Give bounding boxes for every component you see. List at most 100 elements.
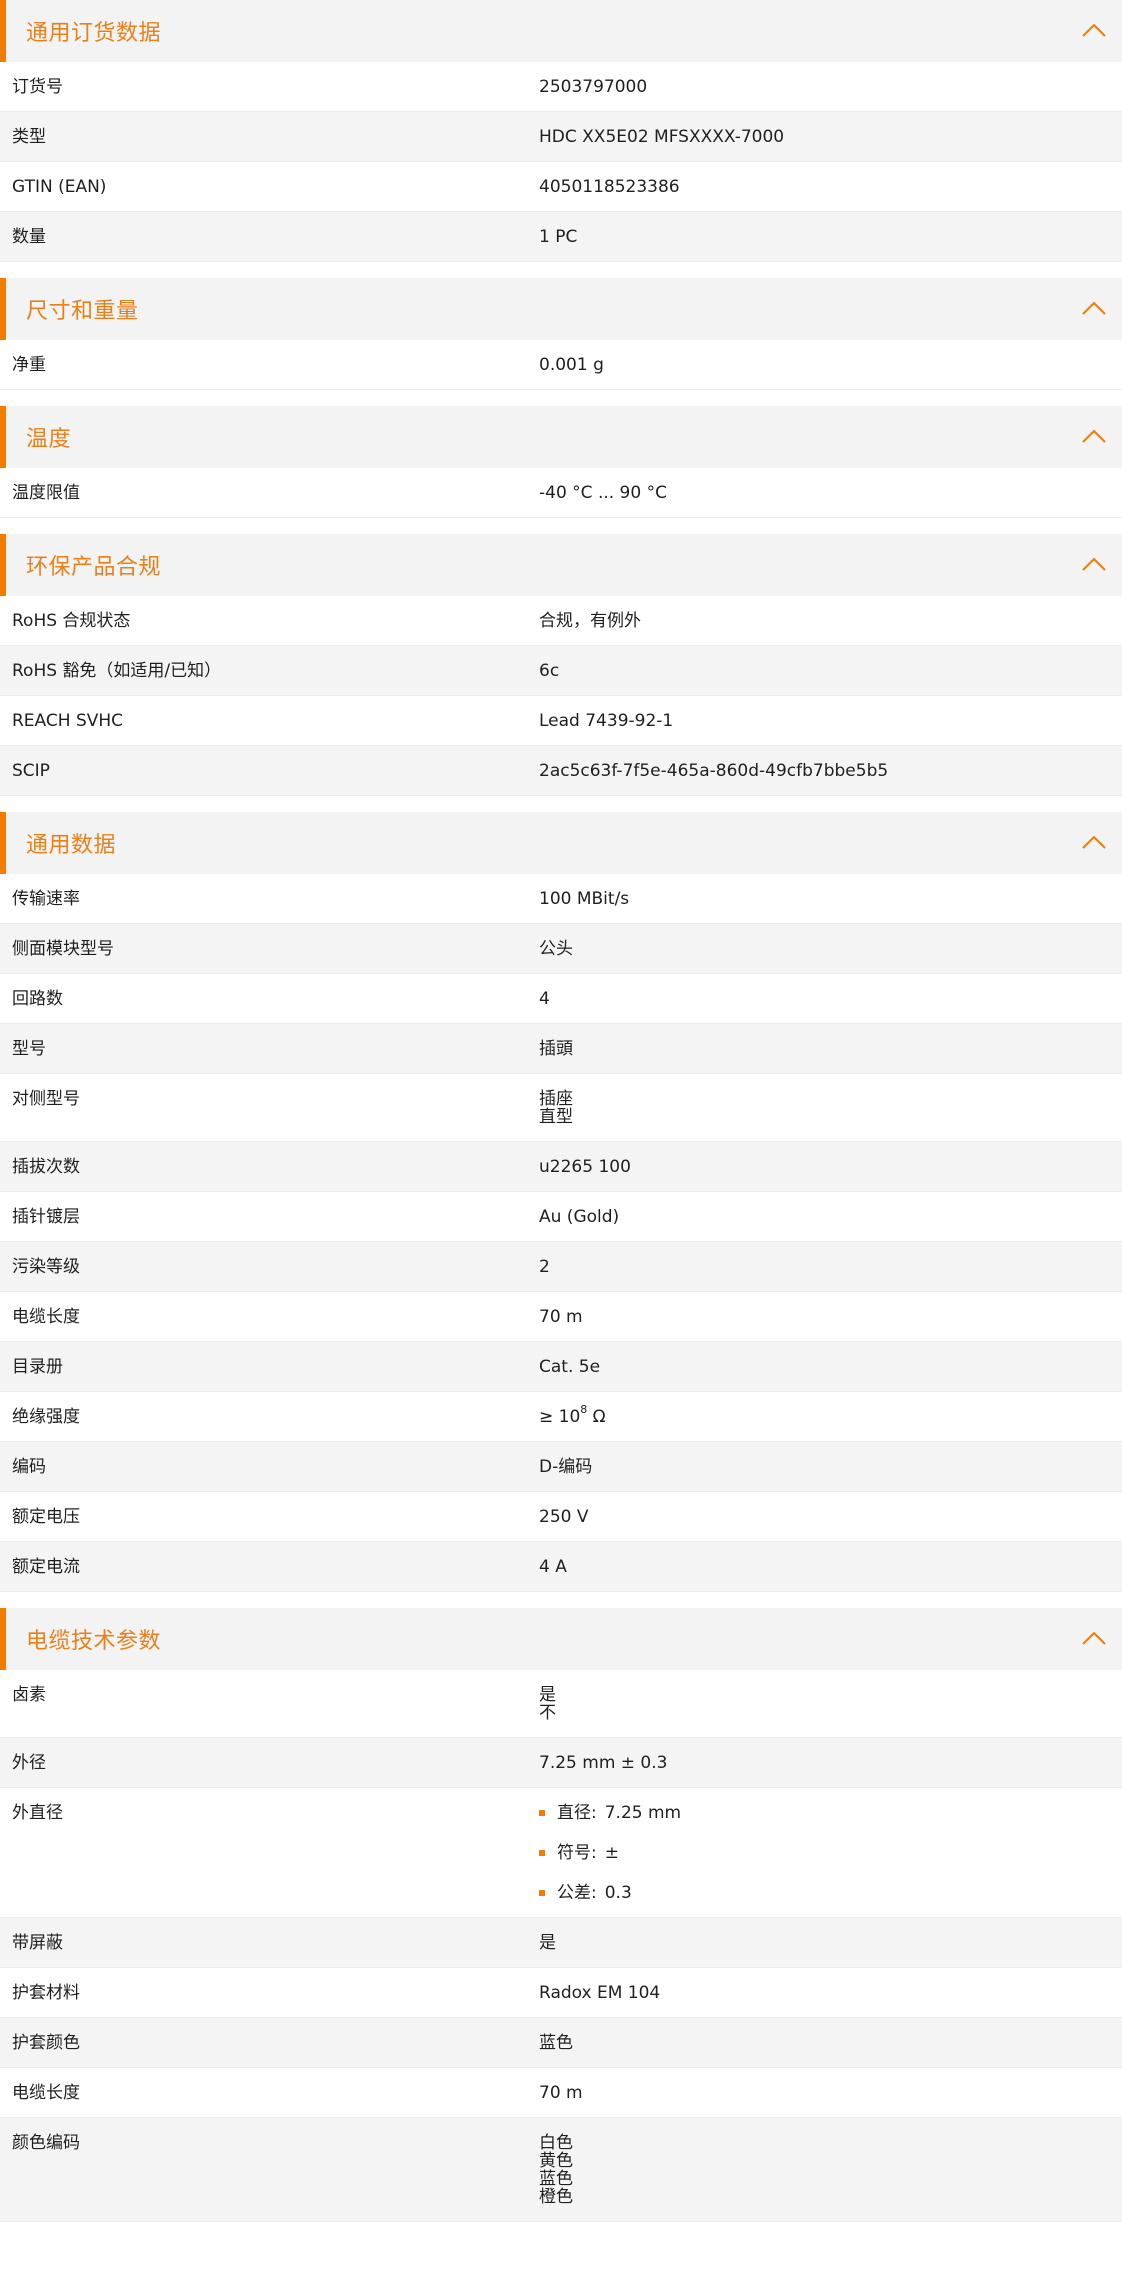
value-line: D-编码 — [539, 1458, 1110, 1476]
section-header[interactable]: 电缆技术参数 — [0, 1608, 1122, 1670]
section-header[interactable]: 通用数据 — [0, 812, 1122, 874]
value-text: 250 V — [539, 1507, 589, 1527]
value-line: 蓝色 — [539, 2170, 1110, 2188]
value-line: Au (Gold) — [539, 1208, 1110, 1226]
section-header[interactable]: 环保产品合规 — [0, 534, 1122, 596]
row-label: 绝缘强度 — [12, 1407, 80, 1427]
table-row: 护套颜色 蓝色 — [0, 2018, 1122, 2068]
chevron-up-icon[interactable] — [1080, 1625, 1108, 1653]
row-value: 4 A — [539, 1542, 1122, 1591]
section-title: 尺寸和重量 — [26, 299, 139, 324]
table-row: 带屏蔽 是 — [0, 1918, 1122, 1968]
table-row: 插针镀层 Au (Gold) — [0, 1192, 1122, 1242]
value-text: Radox EM 104 — [539, 1983, 661, 2003]
value-line: 白色 — [539, 2134, 1110, 2152]
table-row: RoHS 合规状态 合规，有例外 — [0, 596, 1122, 646]
value-line: 4 A — [539, 1558, 1110, 1576]
chevron-up-icon[interactable] — [1080, 829, 1108, 857]
bullet-value: ± — [604, 1843, 619, 1863]
section-header[interactable]: 温度 — [0, 406, 1122, 468]
table-row: 数量 1 PC — [0, 212, 1122, 262]
row-value: D-编码 — [539, 1442, 1122, 1491]
chevron-up-icon[interactable] — [1080, 295, 1108, 323]
table-row: 电缆长度 70 m — [0, 1292, 1122, 1342]
value-line: u2265 100 — [539, 1158, 1110, 1176]
list-item: 直径: 7.25 mm — [539, 1804, 1110, 1822]
table-row: 额定电压 250 V — [0, 1492, 1122, 1542]
value-text: 4050118523386 — [539, 177, 680, 197]
value-line: 蓝色 — [539, 2034, 1110, 2052]
row-label: 编码 — [12, 1457, 46, 1477]
value-text: 合规，有例外 — [539, 611, 641, 631]
row-label: 净重 — [12, 355, 46, 375]
row-value: 是 — [539, 1918, 1122, 1967]
section-title: 环保产品合规 — [26, 555, 162, 580]
spec-section-0: 通用订货数据 订货号 2503797000 类型 HDC XX5E02 MFSXXXX-… — [0, 0, 1122, 262]
row-label: 温度限值 — [12, 483, 80, 503]
table-row: 绝缘强度 ≥ 108 Ω — [0, 1392, 1122, 1442]
value-line: 合规，有例外 — [539, 612, 1110, 630]
table-row: 回路数 4 — [0, 974, 1122, 1024]
value-line: 2 — [539, 1258, 1110, 1276]
row-value: Lead 7439-92-1 — [539, 696, 1122, 745]
row-label: 外径 — [12, 1753, 46, 1773]
table-row: 侧面模块型号 公头 — [0, 924, 1122, 974]
section-title: 电缆技术参数 — [26, 1629, 162, 1654]
row-value: HDC XX5E02 MFSXXXX-7000 — [539, 112, 1122, 161]
table-row: 外直径 直径: 7.25 mm 符号: ± 公差: 0.3 — [0, 1788, 1122, 1918]
row-value: 2503797000 — [539, 62, 1122, 111]
row-value: 插座 直型 — [539, 1074, 1122, 1141]
bullet-name: 直径: — [557, 1803, 597, 1823]
section-header[interactable]: 通用订货数据 — [0, 0, 1122, 62]
value-line: 100 MBit/s — [539, 890, 1110, 908]
value-line: 插頭 — [539, 1040, 1110, 1058]
chevron-up-icon[interactable] — [1080, 551, 1108, 579]
value-suffix: Ω — [587, 1407, 606, 1427]
value-line: Cat. 5e — [539, 1358, 1110, 1376]
value-line: HDC XX5E02 MFSXXXX-7000 — [539, 128, 1110, 146]
row-label: 数量 — [12, 227, 46, 247]
row-value: 250 V — [539, 1492, 1122, 1541]
row-label: 额定电流 — [12, 1557, 80, 1577]
spec-section-4: 通用数据 传输速率 100 MBit/s 侧面模块型号 公头 回路数 4 型号 插頭 对侧型号 插座… — [0, 812, 1122, 1592]
value-line: 不 — [539, 1704, 1110, 1722]
value-line: Lead 7439-92-1 — [539, 712, 1110, 730]
value-text: 4 A — [539, 1557, 567, 1577]
row-value: -40 °C ... 90 °C — [539, 468, 1122, 517]
value-text: 插座 — [539, 1089, 573, 1109]
table-row: RoHS 豁免（如适用/已知） 6c — [0, 646, 1122, 696]
value-line: 插座 — [539, 1090, 1110, 1108]
value-line: -40 °C ... 90 °C — [539, 484, 1110, 502]
row-label: 电缆长度 — [12, 2083, 80, 2103]
row-label: 护套颜色 — [12, 2033, 80, 2053]
value-text: 插頭 — [539, 1039, 573, 1059]
row-value: 70 m — [539, 2068, 1122, 2117]
row-label: 传输速率 — [12, 889, 80, 909]
chevron-up-icon[interactable] — [1080, 17, 1108, 45]
table-row: 编码 D-编码 — [0, 1442, 1122, 1492]
chevron-up-icon[interactable] — [1080, 423, 1108, 451]
value-superscript: 8 — [580, 1403, 588, 1417]
row-value: u2265 100 — [539, 1142, 1122, 1191]
row-value: 70 m — [539, 1292, 1122, 1341]
section-header[interactable]: 尺寸和重量 — [0, 278, 1122, 340]
section-gap — [0, 518, 1122, 534]
value-line: 橙色 — [539, 2188, 1110, 2206]
value-text: 100 MBit/s — [539, 889, 630, 909]
value-text: 0.001 g — [539, 355, 604, 375]
row-label: SCIP — [12, 761, 50, 781]
section-title: 温度 — [26, 427, 72, 452]
value-text: 1 PC — [539, 227, 578, 247]
table-row: 插拔次数 u2265 100 — [0, 1142, 1122, 1192]
value-line: 70 m — [539, 1308, 1110, 1326]
section-gap — [0, 1592, 1122, 1608]
table-row: 护套材料 Radox EM 104 — [0, 1968, 1122, 2018]
spec-section-3: 环保产品合规 RoHS 合规状态 合规，有例外 RoHS 豁免（如适用/已知） 6c RE… — [0, 534, 1122, 796]
row-value: 2 — [539, 1242, 1122, 1291]
value-line: 2503797000 — [539, 78, 1110, 96]
value-text: HDC XX5E02 MFSXXXX-7000 — [539, 127, 785, 147]
row-label: 颜色编码 — [12, 2133, 80, 2153]
value-line: 是 — [539, 1686, 1110, 1704]
value-text: 黄色 — [539, 2151, 573, 2171]
table-row: 污染等级 2 — [0, 1242, 1122, 1292]
